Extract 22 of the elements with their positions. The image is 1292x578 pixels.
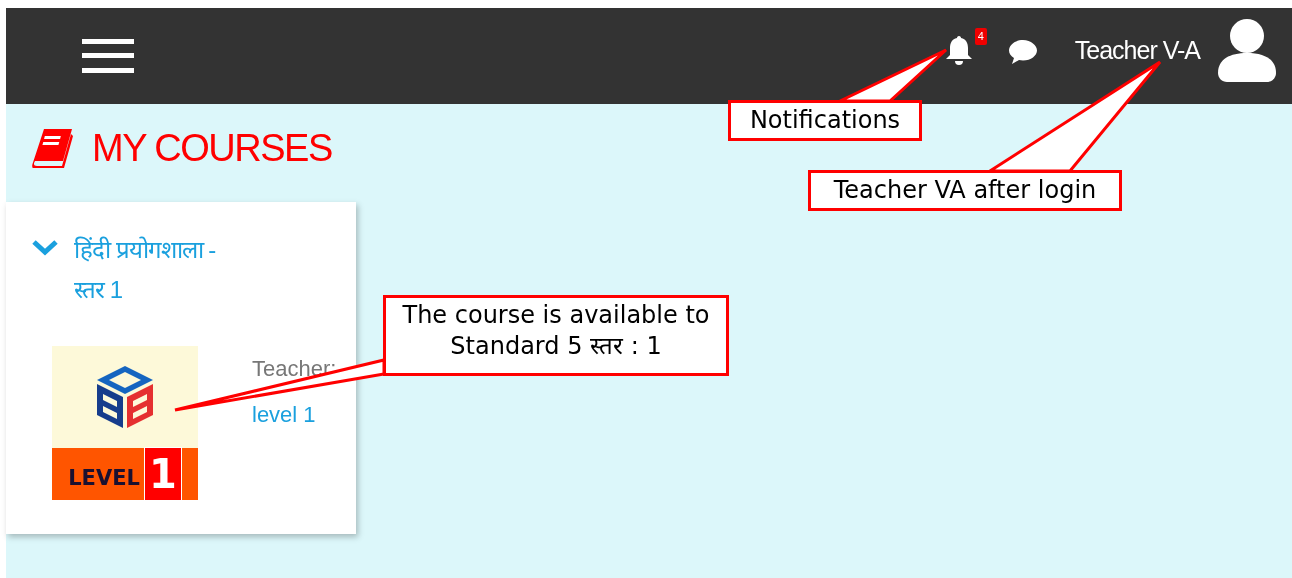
notification-count: 4 xyxy=(974,28,987,45)
bell-icon xyxy=(944,34,973,66)
user-avatar-button[interactable] xyxy=(1216,17,1278,83)
annotation-callout: The course is available to Standard 5 स्तर : 1 xyxy=(383,295,729,376)
chevron-icon xyxy=(32,238,58,256)
annotation-callout: Notifications xyxy=(728,100,922,141)
expand-toggle[interactable] xyxy=(32,238,58,256)
book-icon xyxy=(32,128,74,168)
messages-button[interactable] xyxy=(1006,38,1039,66)
teacher-label: Teacher: xyxy=(252,356,337,382)
menu-icon xyxy=(82,37,134,75)
avatar-icon xyxy=(1216,17,1278,83)
page-title: MY COURSES xyxy=(92,126,332,170)
user-name[interactable]: Teacher V-A xyxy=(1074,35,1200,65)
chat-bubble-icon xyxy=(1006,38,1039,66)
level-number: 1 xyxy=(143,447,182,501)
annotation-callout: Teacher VA after login xyxy=(808,170,1122,211)
level-label: LEVEL xyxy=(68,466,140,490)
logo-drawing xyxy=(94,364,156,430)
menu-button[interactable] xyxy=(82,37,134,75)
course-title[interactable]: हिंदी प्रयोगशाला - स्तर 1 xyxy=(74,230,246,310)
level-link[interactable]: level 1 xyxy=(252,402,337,428)
